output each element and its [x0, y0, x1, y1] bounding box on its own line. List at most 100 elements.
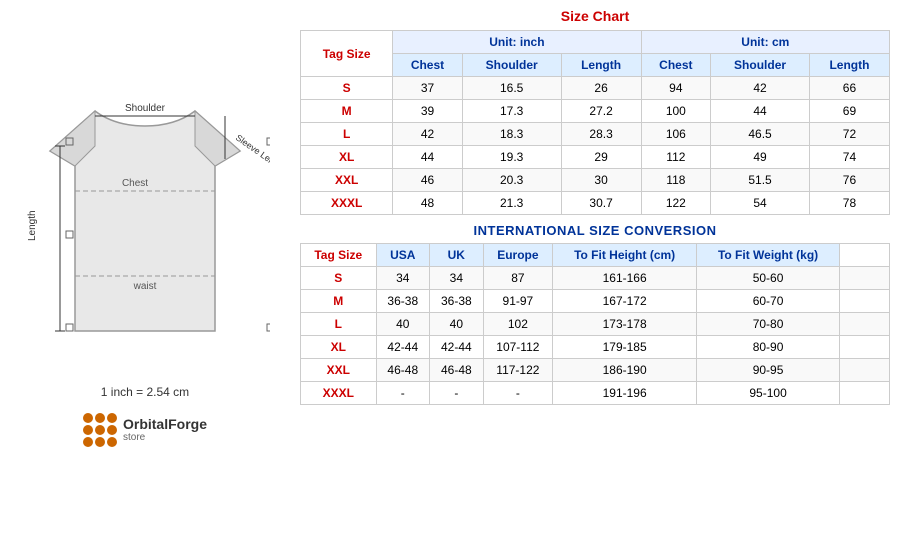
conv-height-cell: 173-178 — [553, 313, 697, 336]
logo-store: store — [123, 432, 207, 443]
conv-extra-cell — [840, 267, 890, 290]
conv-uk-header: UK — [430, 244, 484, 267]
conversion-title: INTERNATIONAL SIZE CONVERSION — [300, 223, 890, 238]
conv-tag-cell: XL — [301, 336, 377, 359]
conv-height-cell: 191-196 — [553, 382, 697, 405]
conv-europe-cell: 107-112 — [483, 336, 553, 359]
conv-weight-cell: 50-60 — [697, 267, 840, 290]
chest-in-cell: 48 — [393, 192, 463, 215]
conv-usa-cell: 36-38 — [376, 290, 430, 313]
conv-europe-cell: - — [483, 382, 553, 405]
conv-tag-cell: XXXL — [301, 382, 377, 405]
length-in-cell: 28.3 — [561, 123, 641, 146]
left-panel: Shoulder Sleeve Length Chest Length wais… — [0, 0, 290, 537]
conv-usa-cell: - — [376, 382, 430, 405]
conv-europe-cell: 91-97 — [483, 290, 553, 313]
conv-europe-cell: 87 — [483, 267, 553, 290]
svg-text:Length: Length — [27, 210, 38, 241]
chest-in-cell: 39 — [393, 100, 463, 123]
conv-usa-cell: 34 — [376, 267, 430, 290]
conv-usa-header: USA — [376, 244, 430, 267]
table-row: L 40 40 102 173-178 70-80 — [301, 313, 890, 336]
tag-cell: XL — [301, 146, 393, 169]
table-row: S 34 34 87 161-166 50-60 — [301, 267, 890, 290]
conv-uk-cell: 42-44 — [430, 336, 484, 359]
chest-cm-cell: 100 — [641, 100, 711, 123]
conv-uk-cell: 34 — [430, 267, 484, 290]
length-cm-cell: 74 — [809, 146, 889, 169]
conv-height-header: To Fit Height (cm) — [553, 244, 697, 267]
col-shoulder-in: Shoulder — [462, 54, 561, 77]
logo-text-area: OrbitalForge store — [123, 416, 207, 443]
conv-weight-cell: 95-100 — [697, 382, 840, 405]
col-chest-in: Chest — [393, 54, 463, 77]
length-in-cell: 30.7 — [561, 192, 641, 215]
shoulder-in-cell: 18.3 — [462, 123, 561, 146]
conv-tag-header: Tag Size — [301, 244, 377, 267]
conv-usa-cell: 42-44 — [376, 336, 430, 359]
shoulder-cm-cell: 42 — [711, 77, 810, 100]
chest-in-cell: 42 — [393, 123, 463, 146]
conv-tag-cell: M — [301, 290, 377, 313]
conv-tag-cell: S — [301, 267, 377, 290]
conv-empty-header — [840, 244, 890, 267]
tag-cell: M — [301, 100, 393, 123]
cm-unit-header: Unit: cm — [641, 31, 889, 54]
conv-uk-cell: 36-38 — [430, 290, 484, 313]
chest-cm-cell: 122 — [641, 192, 711, 215]
chest-cm-cell: 94 — [641, 77, 711, 100]
table-row: XXL 46 20.3 30 118 51.5 76 — [301, 169, 890, 192]
tag-size-header: Tag Size — [301, 31, 393, 77]
chest-cm-cell: 118 — [641, 169, 711, 192]
conv-europe-cell: 102 — [483, 313, 553, 336]
inch-unit-header: Unit: inch — [393, 31, 641, 54]
conv-usa-cell: 40 — [376, 313, 430, 336]
inch-note: 1 inch = 2.54 cm — [101, 385, 189, 399]
table-row: XXXL - - - 191-196 95-100 — [301, 382, 890, 405]
length-cm-cell: 72 — [809, 123, 889, 146]
col-shoulder-cm: Shoulder — [711, 54, 810, 77]
length-in-cell: 27.2 — [561, 100, 641, 123]
logo-icon — [83, 413, 117, 447]
shoulder-cm-cell: 49 — [711, 146, 810, 169]
chest-cm-cell: 106 — [641, 123, 711, 146]
right-panel: Size Chart Tag Size Unit: inch Unit: cm … — [290, 0, 900, 537]
conv-weight-cell: 60-70 — [697, 290, 840, 313]
svg-text:waist: waist — [133, 281, 157, 292]
length-cm-cell: 69 — [809, 100, 889, 123]
conv-uk-cell: - — [430, 382, 484, 405]
conv-height-cell: 161-166 — [553, 267, 697, 290]
table-row: XXXL 48 21.3 30.7 122 54 78 — [301, 192, 890, 215]
col-length-in: Length — [561, 54, 641, 77]
table-row: M 36-38 36-38 91-97 167-172 60-70 — [301, 290, 890, 313]
shoulder-in-cell: 16.5 — [462, 77, 561, 100]
svg-text:Chest: Chest — [122, 178, 148, 189]
conv-extra-cell — [840, 290, 890, 313]
conv-height-cell: 179-185 — [553, 336, 697, 359]
conv-extra-cell — [840, 336, 890, 359]
length-cm-cell: 76 — [809, 169, 889, 192]
conv-weight-cell: 90-95 — [697, 359, 840, 382]
table-row: XL 44 19.3 29 112 49 74 — [301, 146, 890, 169]
shoulder-cm-cell: 51.5 — [711, 169, 810, 192]
conv-extra-cell — [840, 382, 890, 405]
logo-area: OrbitalForge store — [83, 413, 207, 447]
length-cm-cell: 78 — [809, 192, 889, 215]
shoulder-in-cell: 17.3 — [462, 100, 561, 123]
col-length-cm: Length — [809, 54, 889, 77]
table-row: XXL 46-48 46-48 117-122 186-190 90-95 — [301, 359, 890, 382]
shoulder-in-cell: 19.3 — [462, 146, 561, 169]
tshirt-diagram: Shoulder Sleeve Length Chest Length wais… — [20, 91, 270, 381]
length-in-cell: 30 — [561, 169, 641, 192]
shoulder-cm-cell: 44 — [711, 100, 810, 123]
conv-tag-cell: XXL — [301, 359, 377, 382]
length-cm-cell: 66 — [809, 77, 889, 100]
tag-cell: XXL — [301, 169, 393, 192]
shoulder-in-cell: 20.3 — [462, 169, 561, 192]
chest-in-cell: 37 — [393, 77, 463, 100]
conv-extra-cell — [840, 313, 890, 336]
col-chest-cm: Chest — [641, 54, 711, 77]
table-row: M 39 17.3 27.2 100 44 69 — [301, 100, 890, 123]
conv-height-cell: 186-190 — [553, 359, 697, 382]
chest-in-cell: 44 — [393, 146, 463, 169]
